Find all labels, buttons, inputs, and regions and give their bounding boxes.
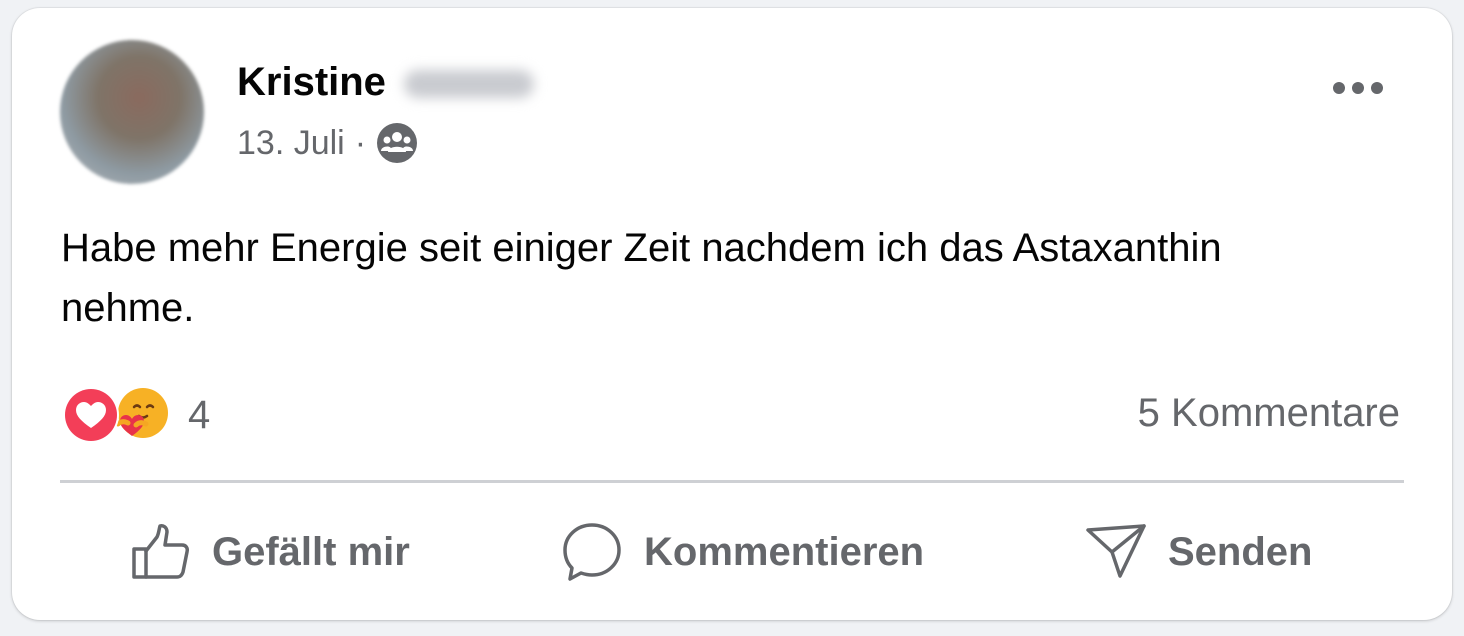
thumbs-up-icon [132,524,189,579]
reaction-count: 4 [188,392,211,437]
comments-count-link[interactable]: 5 Kommentare [1138,391,1400,436]
reactions-summary[interactable]: 4 [62,386,210,444]
like-label: Gefällt mir [212,529,410,574]
post-text: Habe mehr Energie seit einiger Zeit nach… [61,226,1222,330]
love-reaction-icon [62,386,120,444]
comment-label: Kommentieren [644,529,925,574]
post-author[interactable]: Kristine [237,60,534,105]
like-button[interactable]: Gefällt mir [130,518,410,586]
author-last-name-redacted [403,70,534,99]
comment-button[interactable]: Kommentieren [560,518,924,586]
avatar[interactable] [60,40,204,184]
send-button[interactable]: Senden [1084,518,1312,586]
post-meta: 13. Juli · [237,122,418,164]
send-label: Senden [1168,529,1313,574]
more-options-button[interactable] [1322,70,1394,106]
post-date[interactable]: 13. Juli [237,124,345,163]
divider [60,480,1404,483]
send-icon [1086,524,1146,578]
care-reaction-icon [112,386,170,444]
comment-bubble-icon [563,523,621,581]
more-icon [1333,82,1383,94]
group-icon[interactable] [376,122,418,164]
meta-separator: · [354,123,367,162]
post-card: Kristine 13. Juli · Habe mehr Energie se… [12,8,1452,620]
author-first-name[interactable]: Kristine [237,60,386,104]
